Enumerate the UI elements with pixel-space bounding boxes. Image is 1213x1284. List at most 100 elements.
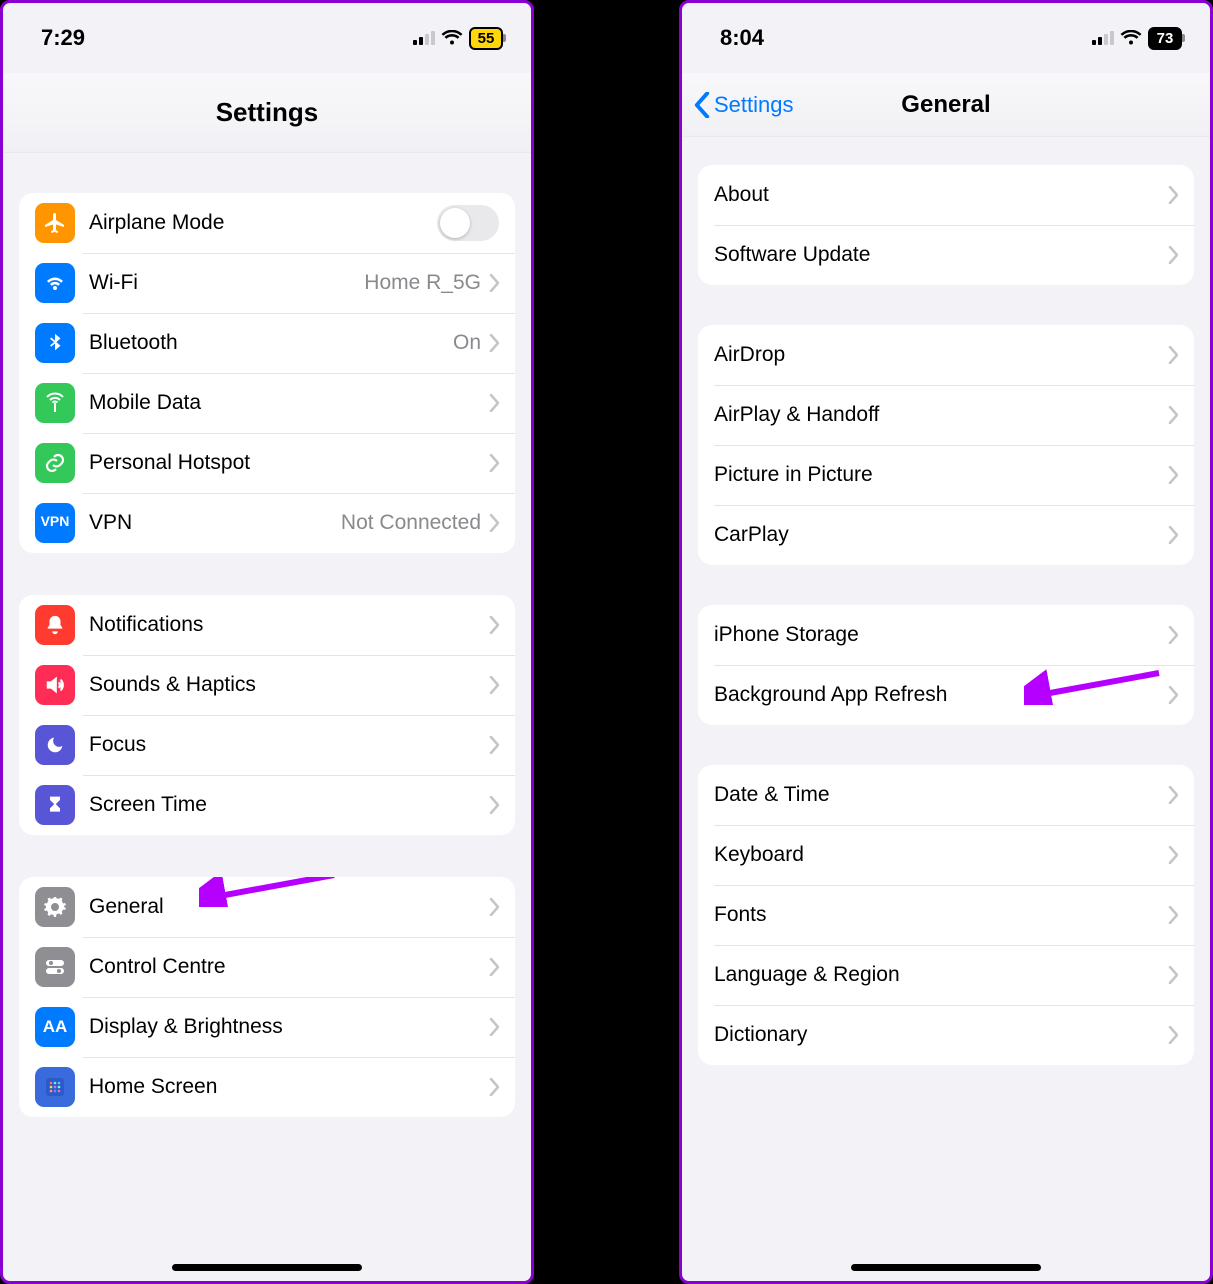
- chevron-right-icon: [1168, 406, 1178, 424]
- row-label-backgroundrefresh: Background App Refresh: [714, 683, 1168, 707]
- row-label-airdrop: AirDrop: [714, 343, 1168, 367]
- page-title: Settings: [216, 97, 319, 128]
- antenna-icon: [35, 383, 75, 423]
- row-softwareupdate[interactable]: Software Update: [698, 225, 1194, 285]
- settings-group: iPhone Storage Background App Refresh: [698, 605, 1194, 725]
- row-backgroundrefresh[interactable]: Background App Refresh: [698, 665, 1194, 725]
- row-sounds[interactable]: Sounds & Haptics: [19, 655, 515, 715]
- speaker-icon: [35, 665, 75, 705]
- chevron-right-icon: [1168, 786, 1178, 804]
- moon-icon: [35, 725, 75, 765]
- row-value-vpn: Not Connected: [341, 511, 481, 535]
- chevron-right-icon: [489, 736, 499, 754]
- row-airplane[interactable]: Airplane Mode: [19, 193, 515, 253]
- chevron-right-icon: [1168, 246, 1178, 264]
- vpn-icon: VPN: [35, 503, 75, 543]
- row-controlcentre[interactable]: Control Centre: [19, 937, 515, 997]
- cell-signal-icon: [1092, 31, 1114, 45]
- row-label-dictionary: Dictionary: [714, 1023, 1168, 1047]
- status-bar-left: 7:29 55: [3, 3, 531, 73]
- airplane-icon: [35, 203, 75, 243]
- battery-icon: 73: [1148, 27, 1182, 50]
- row-bluetooth[interactable]: BluetoothOn: [19, 313, 515, 373]
- row-screentime[interactable]: Screen Time: [19, 775, 515, 835]
- row-label-storage: iPhone Storage: [714, 623, 1168, 647]
- chevron-right-icon: [489, 616, 499, 634]
- row-dictionary[interactable]: Dictionary: [698, 1005, 1194, 1065]
- chevron-right-icon: [489, 394, 499, 412]
- row-label-pip: Picture in Picture: [714, 463, 1168, 487]
- row-keyboard[interactable]: Keyboard: [698, 825, 1194, 885]
- back-button[interactable]: Settings: [694, 92, 794, 118]
- row-fonts[interactable]: Fonts: [698, 885, 1194, 945]
- row-homescreen[interactable]: Home Screen: [19, 1057, 515, 1117]
- row-label-sounds: Sounds & Haptics: [89, 673, 489, 697]
- row-label-screentime: Screen Time: [89, 793, 489, 817]
- row-label-airplay: AirPlay & Handoff: [714, 403, 1168, 427]
- chevron-right-icon: [489, 676, 499, 694]
- chevron-right-icon: [1168, 846, 1178, 864]
- row-label-carplay: CarPlay: [714, 523, 1168, 547]
- row-vpn[interactable]: VPNVPNNot Connected: [19, 493, 515, 553]
- row-label-controlcentre: Control Centre: [89, 955, 489, 979]
- row-label-wifi: Wi-Fi: [89, 271, 364, 295]
- page-title: General: [901, 91, 990, 119]
- row-label-display: Display & Brightness: [89, 1015, 489, 1039]
- row-notifications[interactable]: Notifications: [19, 595, 515, 655]
- settings-content: Airplane ModeWi-FiHome R_5GBluetoothOnMo…: [3, 153, 531, 1117]
- row-airplay[interactable]: AirPlay & Handoff: [698, 385, 1194, 445]
- row-datetime[interactable]: Date & Time: [698, 765, 1194, 825]
- row-label-focus: Focus: [89, 733, 489, 757]
- row-value-wifi: Home R_5G: [364, 271, 481, 295]
- settings-group: AirDrop AirPlay & Handoff Picture in Pictu…: [698, 325, 1194, 565]
- row-about[interactable]: About: [698, 165, 1194, 225]
- row-display[interactable]: AA Display & Brightness: [19, 997, 515, 1057]
- chevron-right-icon: [1168, 1026, 1178, 1044]
- home-indicator[interactable]: [172, 1264, 362, 1271]
- row-wifi[interactable]: Wi-FiHome R_5G: [19, 253, 515, 313]
- svg-text:AA: AA: [43, 1017, 68, 1036]
- row-label-softwareupdate: Software Update: [714, 243, 1168, 267]
- chevron-right-icon: [489, 1018, 499, 1036]
- row-label-mobiledata: Mobile Data: [89, 391, 489, 415]
- general-content: About Software Update AirDrop AirPlay & Han…: [682, 137, 1210, 1065]
- chevron-right-icon: [489, 958, 499, 976]
- chevron-right-icon: [1168, 686, 1178, 704]
- chevron-right-icon: [489, 1078, 499, 1096]
- row-label-airplane: Airplane Mode: [89, 211, 437, 235]
- row-storage[interactable]: iPhone Storage: [698, 605, 1194, 665]
- settings-group: Date & Time Keyboard Fonts Language & Regio…: [698, 765, 1194, 1065]
- row-airdrop[interactable]: AirDrop: [698, 325, 1194, 385]
- row-label-notifications: Notifications: [89, 613, 489, 637]
- row-pip[interactable]: Picture in Picture: [698, 445, 1194, 505]
- chevron-right-icon: [1168, 526, 1178, 544]
- settings-screen: 7:29 55 Settings Airplane ModeWi-FiHome …: [0, 0, 534, 1284]
- row-general[interactable]: General: [19, 877, 515, 937]
- toggle-airplane[interactable]: [437, 205, 499, 241]
- row-label-homescreen: Home Screen: [89, 1075, 489, 1099]
- row-mobiledata[interactable]: Mobile Data: [19, 373, 515, 433]
- hourglass-icon: [35, 785, 75, 825]
- bell-icon: [35, 605, 75, 645]
- chevron-right-icon: [1168, 466, 1178, 484]
- nav-header: Settings: [3, 73, 531, 153]
- cell-signal-icon: [413, 31, 435, 45]
- grid-icon: [35, 1067, 75, 1107]
- row-label-vpn: VPN: [89, 511, 341, 535]
- row-focus[interactable]: Focus: [19, 715, 515, 775]
- settings-group: About Software Update: [698, 165, 1194, 285]
- back-label: Settings: [714, 92, 794, 118]
- row-label-bluetooth: Bluetooth: [89, 331, 453, 355]
- row-label-fonts: Fonts: [714, 903, 1168, 927]
- row-language[interactable]: Language & Region: [698, 945, 1194, 1005]
- row-hotspot[interactable]: Personal Hotspot: [19, 433, 515, 493]
- row-label-about: About: [714, 183, 1168, 207]
- row-carplay[interactable]: CarPlay: [698, 505, 1194, 565]
- battery-icon: 55: [469, 27, 503, 50]
- row-label-general: General: [89, 895, 489, 919]
- aa-icon: AA: [35, 1007, 75, 1047]
- chevron-right-icon: [489, 454, 499, 472]
- row-label-datetime: Date & Time: [714, 783, 1168, 807]
- home-indicator[interactable]: [851, 1264, 1041, 1271]
- chevron-right-icon: [489, 274, 499, 292]
